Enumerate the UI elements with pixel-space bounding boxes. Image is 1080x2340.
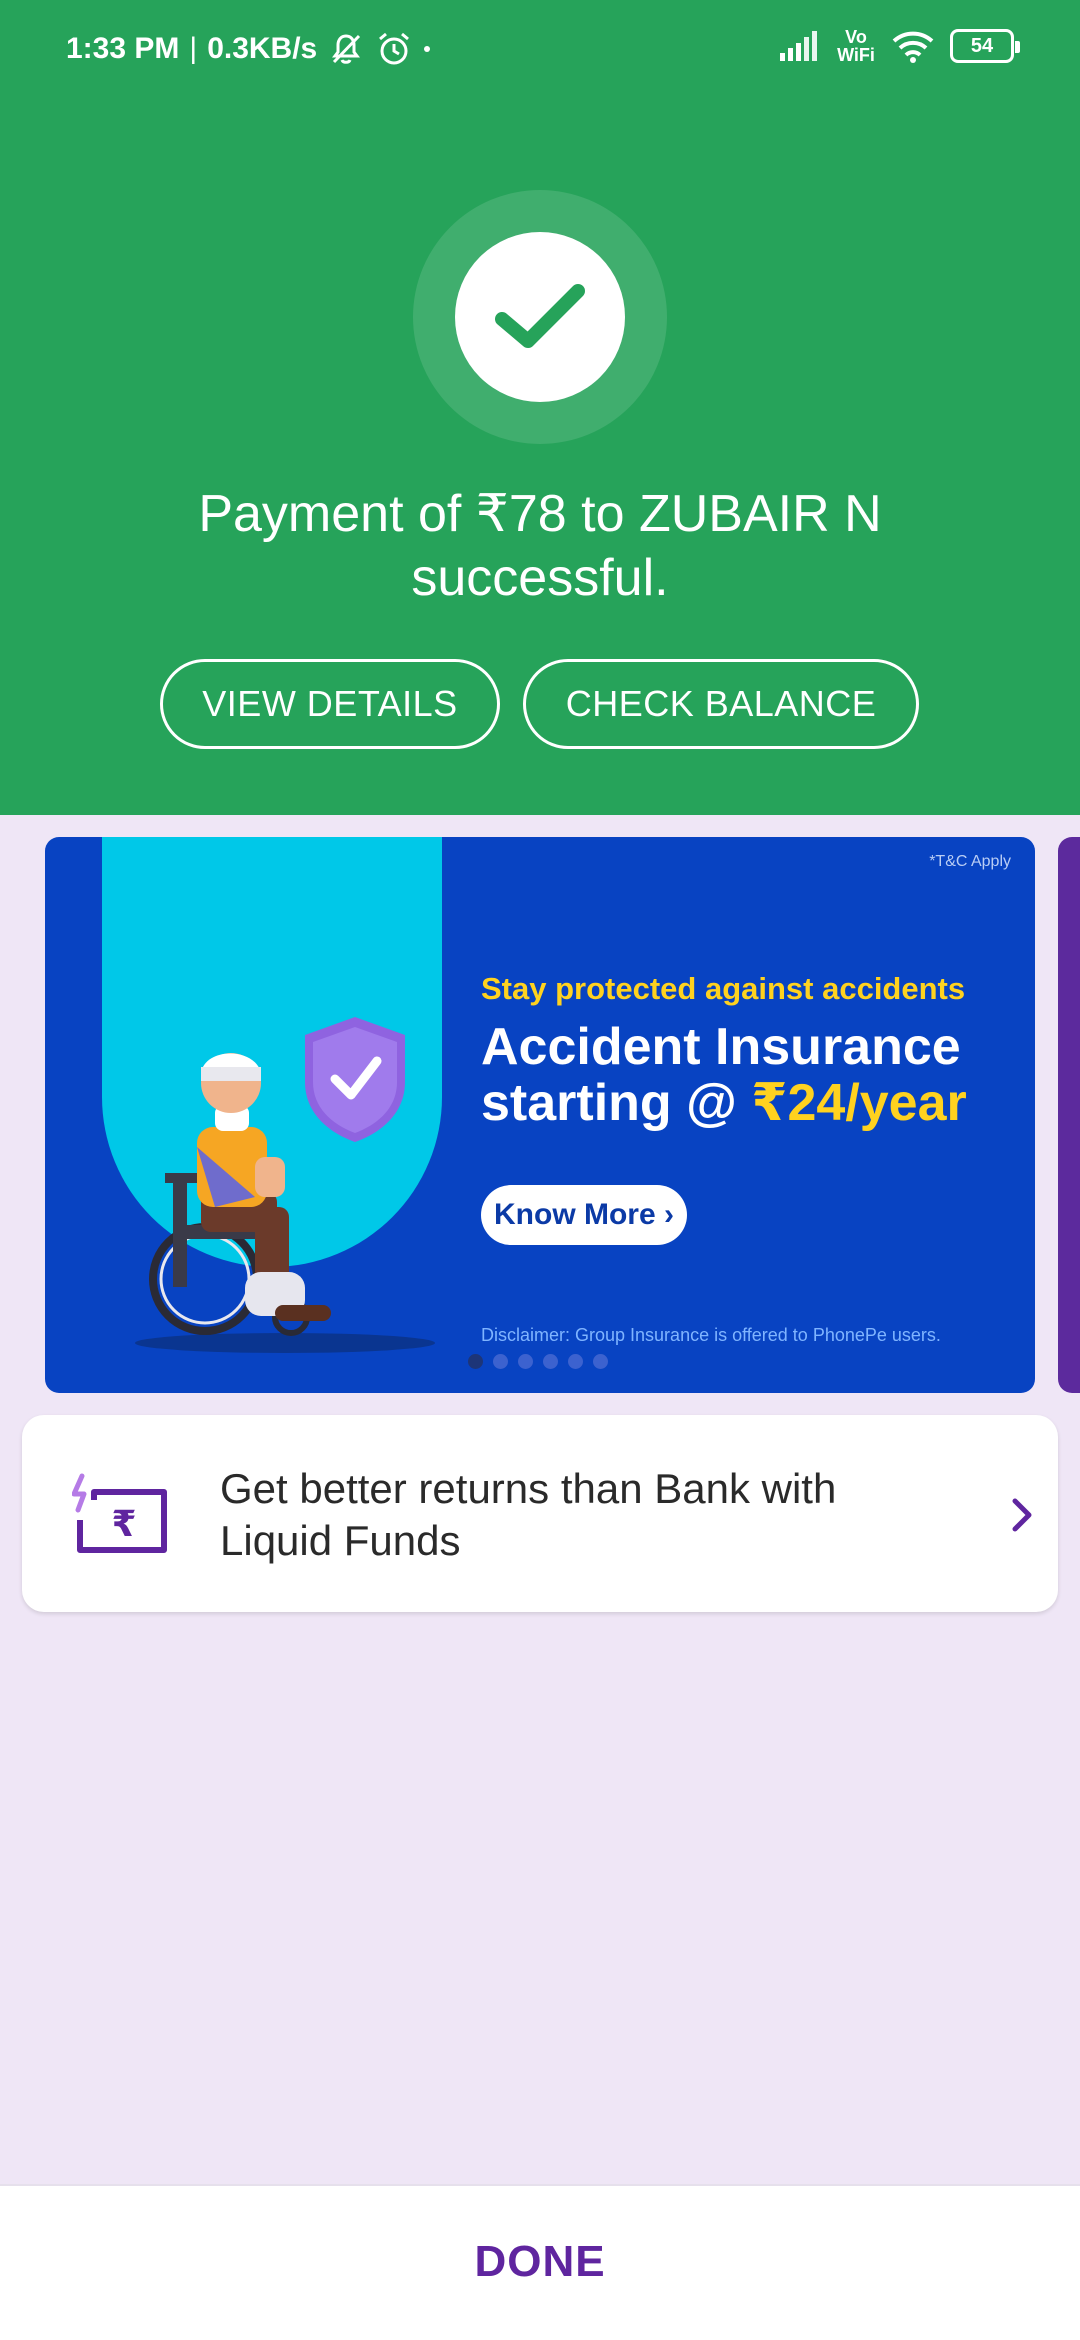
vowifi-top: Vo (845, 27, 867, 47)
vowifi-indicator: Vo WiFi (836, 28, 876, 64)
done-button[interactable]: DONE (390, 2222, 690, 2302)
status-left: 1:33 PM | 0.3KB/s (66, 30, 431, 68)
carousel-dot[interactable] (543, 1354, 558, 1369)
liquid-funds-text: Get better returns than Bank with Liquid… (220, 1465, 837, 1564)
payment-success-message: Payment of ₹78 to ZUBAIR N successful. (198, 485, 882, 607)
tnc-note: *T&C Apply (929, 853, 1011, 870)
liquid-funds-card[interactable]: ₹ Get better returns than Bank with Liqu… (22, 1415, 1058, 1612)
bottom-action-bar: DONE (0, 2184, 1080, 2340)
check-balance-button[interactable]: CHECK BALANCE (523, 659, 919, 749)
status-bar: 1:33 PM | 0.3KB/s Vo WiFi 54 (0, 0, 1080, 100)
rupee-card-icon: ₹ (72, 1473, 167, 1553)
chevron-right-icon (1012, 1498, 1032, 1532)
carousel-dot[interactable] (568, 1354, 583, 1369)
banner-title-line1: Accident Insurance (481, 1018, 961, 1076)
carousel-dot[interactable] (493, 1354, 508, 1369)
status-separator: | (189, 32, 198, 65)
banner-disclaimer: Disclaimer: Group Insurance is offered t… (481, 1325, 941, 1345)
banner-price: ₹24/year (751, 1074, 967, 1132)
status-right: Vo WiFi 54 (780, 28, 1020, 64)
mute-icon (332, 34, 361, 64)
success-check-icon (455, 232, 625, 402)
know-more-button[interactable]: Know More › (481, 1185, 687, 1245)
banner-title-prefix: starting @ (481, 1074, 752, 1132)
banner-kicker: Stay protected against accidents (481, 971, 966, 1006)
next-banner-peek[interactable] (1058, 837, 1080, 1393)
signal-icon (780, 31, 817, 61)
carousel-indicator (468, 1354, 608, 1369)
status-net-speed: 0.3KB/s (207, 32, 318, 65)
checkmark-icon (495, 284, 585, 348)
payment-success-screen: 1:33 PM | 0.3KB/s Vo WiFi 54 Payment of … (0, 0, 1080, 2340)
status-time: 1:33 PM (66, 32, 180, 65)
carousel-dot[interactable] (468, 1354, 483, 1369)
battery-icon: 54 (950, 29, 1020, 63)
success-header: 1:33 PM | 0.3KB/s Vo WiFi 54 Payment of … (0, 0, 1080, 815)
insurance-promo-banner[interactable]: *T&C Apply Stay protected against accide… (45, 837, 1035, 1393)
vowifi-bottom: WiFi (837, 45, 875, 65)
svg-text:₹: ₹ (111, 1504, 136, 1545)
wheelchair-illustration (135, 1017, 435, 1353)
carousel-dot[interactable] (518, 1354, 533, 1369)
carousel-dot[interactable] (593, 1354, 608, 1369)
banner-title: Accident Insurance starting @ ₹24/year (481, 1019, 1021, 1131)
notification-dot-icon (424, 46, 431, 52)
alarm-icon (379, 32, 410, 65)
banner-title-line2: starting @ ₹24/year (481, 1075, 1021, 1131)
view-details-button[interactable]: VIEW DETAILS (160, 659, 500, 749)
wifi-icon (892, 31, 934, 63)
